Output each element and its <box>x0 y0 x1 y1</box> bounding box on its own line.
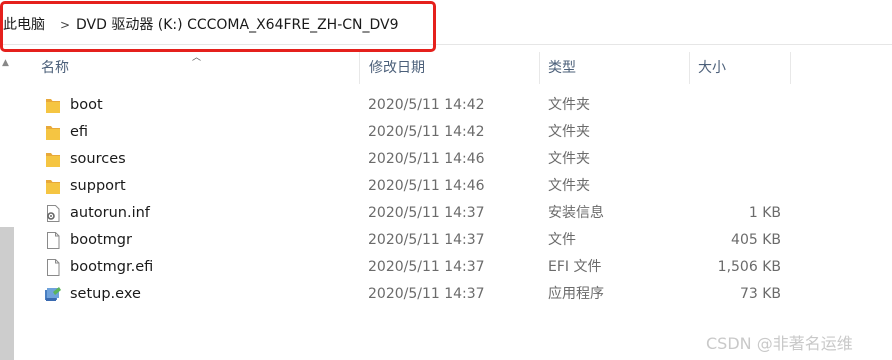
highlight-box <box>0 1 436 52</box>
file-icon <box>44 258 62 277</box>
file-row[interactable]: bootmgr 2020/5/11 14:37 文件 405 KB <box>0 227 892 254</box>
watermark: CSDN @非著名运维 <box>706 334 853 353</box>
column-header-size[interactable]: 大小 <box>698 52 788 84</box>
file-size: 73 KB <box>739 286 781 302</box>
file-type: 安装信息 <box>548 205 604 221</box>
column-header-type[interactable]: 类型 <box>548 52 688 84</box>
file-modified-date: 2020/5/11 14:37 <box>368 232 485 248</box>
file-name: bootmgr <box>70 232 132 248</box>
column-header-name[interactable]: 名称 <box>41 52 359 84</box>
file-row[interactable]: efi 2020/5/11 14:42 文件夹 <box>0 119 892 146</box>
column-header-date[interactable]: 修改日期 <box>369 52 539 84</box>
column-divider[interactable] <box>790 52 791 84</box>
file-name: bootmgr.efi <box>70 259 154 275</box>
file-modified-date: 2020/5/11 14:46 <box>368 178 485 194</box>
file-size: 1,506 KB <box>717 259 781 275</box>
file-modified-date: 2020/5/11 14:37 <box>368 286 485 302</box>
file-modified-date: 2020/5/11 14:37 <box>368 259 485 275</box>
file-size: 405 KB <box>731 232 781 248</box>
setup-app-icon <box>44 285 62 304</box>
file-name: autorun.inf <box>70 205 150 221</box>
file-name: boot <box>70 97 103 113</box>
file-name: setup.exe <box>70 286 141 302</box>
file-modified-date: 2020/5/11 14:42 <box>368 124 485 140</box>
folder-icon <box>44 123 62 142</box>
folder-icon <box>44 96 62 115</box>
file-row[interactable]: boot 2020/5/11 14:42 文件夹 <box>0 92 892 119</box>
settings-file-icon <box>44 204 62 223</box>
file-size: 1 KB <box>748 205 781 221</box>
file-row[interactable]: autorun.inf 2020/5/11 14:37 安装信息 1 KB <box>0 200 892 227</box>
file-modified-date: 2020/5/11 14:46 <box>368 151 485 167</box>
folder-icon <box>44 177 62 196</box>
file-name: sources <box>70 151 126 167</box>
file-row[interactable]: sources 2020/5/11 14:46 文件夹 <box>0 146 892 173</box>
folder-icon <box>44 150 62 169</box>
scroll-up-arrow-icon[interactable]: ▲ <box>2 58 9 68</box>
file-type: 文件夹 <box>548 124 590 140</box>
file-type: 文件夹 <box>548 97 590 113</box>
file-row[interactable]: support 2020/5/11 14:46 文件夹 <box>0 173 892 200</box>
file-modified-date: 2020/5/11 14:37 <box>368 205 485 221</box>
file-row[interactable]: setup.exe 2020/5/11 14:37 应用程序 73 KB <box>0 281 892 308</box>
file-type: 应用程序 <box>548 286 604 302</box>
file-name: support <box>70 178 126 194</box>
file-type: 文件夹 <box>548 178 590 194</box>
file-name: efi <box>70 124 89 140</box>
column-divider[interactable] <box>359 52 360 84</box>
file-type: EFI 文件 <box>548 259 602 275</box>
file-type: 文件夹 <box>548 151 590 167</box>
file-type: 文件 <box>548 232 576 248</box>
column-divider[interactable] <box>689 52 690 84</box>
file-modified-date: 2020/5/11 14:42 <box>368 97 485 113</box>
file-icon <box>44 231 62 250</box>
column-divider[interactable] <box>539 52 540 84</box>
file-row[interactable]: bootmgr.efi 2020/5/11 14:37 EFI 文件 1,506 KB <box>0 254 892 281</box>
